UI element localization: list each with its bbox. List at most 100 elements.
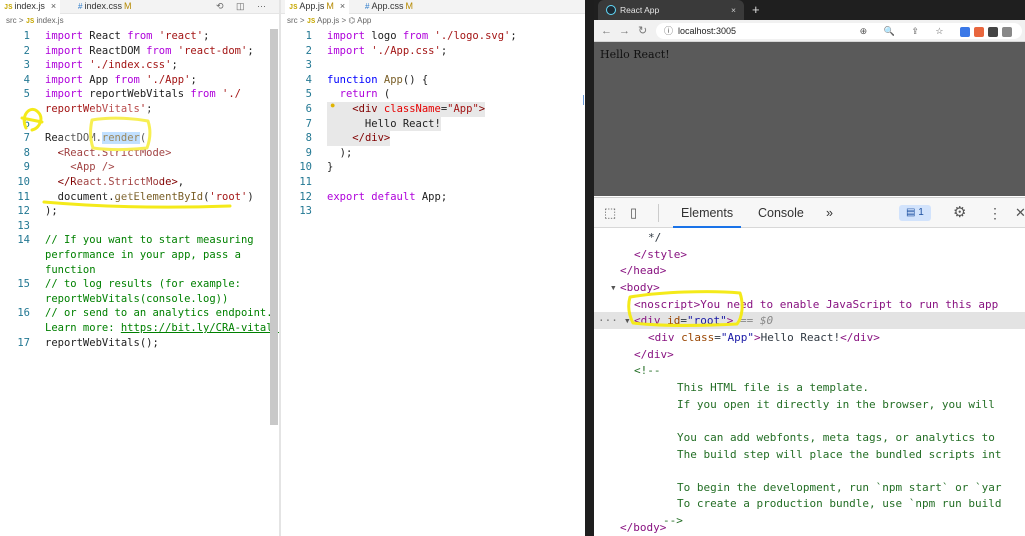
line-number: 1 xyxy=(23,30,30,42)
code-line: 13 xyxy=(281,204,585,219)
chat-icon: ▤ xyxy=(906,207,919,218)
reload-icon[interactable]: ↻ xyxy=(638,24,647,38)
symbol-icon: ⌬ xyxy=(348,16,356,25)
browser-toolbar: ← → ↻ ⓘ localhost:3005 ⊕ 🔍 ⇪ ☆ xyxy=(594,20,1025,42)
code-line: 2 import ReactDOM from 'react-dom'; xyxy=(0,44,279,59)
js-file-icon: JS xyxy=(306,18,316,26)
code-text: </React.StrictMode>, xyxy=(57,176,185,188)
dom-node[interactable]: ▾ <body> xyxy=(594,279,1025,296)
dom-comment: This HTML file is a template. xyxy=(677,381,870,394)
puzzle-icon[interactable] xyxy=(1002,26,1012,37)
line-number: 10 xyxy=(17,176,30,188)
dom-node[interactable]: <!-- xyxy=(594,362,1025,379)
site-info-icon[interactable]: ⓘ xyxy=(664,23,673,39)
extension-icon[interactable] xyxy=(974,26,984,37)
device-toolbar-icon[interactable]: ▯ xyxy=(630,198,637,228)
elements-tree[interactable]: */ </style> </head> ▾ <body> <noscript>Yo… xyxy=(594,229,1025,536)
code-comment: // or send to an analytics endpoint. xyxy=(45,307,273,320)
code-line: function xyxy=(0,263,279,278)
dom-tag: </body> xyxy=(620,521,667,534)
dom-tag: </style> xyxy=(634,248,687,261)
omnibox-action-icons[interactable]: ⊕ 🔍 ⇪ ☆ xyxy=(860,26,951,36)
inspect-element-icon[interactable]: ⬚ xyxy=(604,198,616,228)
code-line: 11 xyxy=(281,175,585,190)
code-text: import React from 'react'; xyxy=(45,30,210,42)
dom-node[interactable]: */ xyxy=(594,229,1025,246)
more-horiz-icon[interactable]: ··· xyxy=(598,312,618,329)
js-file-icon: JS xyxy=(289,4,298,12)
dom-node[interactable]: <div class="App">Hello React!</div> xyxy=(594,329,1025,346)
line-number: 9 xyxy=(305,146,312,159)
line-number: 2 xyxy=(305,44,312,57)
breadcrumb-file[interactable]: App.js xyxy=(317,16,339,25)
react-favicon-icon xyxy=(606,5,616,15)
forward-arrow-icon[interactable]: → xyxy=(619,24,630,38)
line-number: 11 xyxy=(17,190,30,203)
code-text: <div className="App"> xyxy=(327,102,486,117)
extension-icon[interactable] xyxy=(960,26,970,37)
breadcrumb-symbol[interactable]: App xyxy=(357,16,371,25)
code-text: import logo from './logo.svg'; xyxy=(327,30,517,42)
line-number: 13 xyxy=(17,219,30,232)
tab-index-js[interactable]: JS index.js × xyxy=(0,0,61,14)
dom-node[interactable]: </head> xyxy=(594,262,1025,279)
more-vert-icon[interactable]: ⋮ xyxy=(988,198,1002,228)
tab-console[interactable]: Console xyxy=(752,198,810,228)
new-tab-button[interactable]: + xyxy=(752,0,760,20)
issues-badge[interactable]: ▤ 1 xyxy=(899,205,931,221)
breadcrumb-file[interactable]: index.js xyxy=(36,16,63,25)
code-line: 5 import reportWebVitals from './ xyxy=(0,87,279,102)
breadcrumb-folder[interactable]: src xyxy=(287,16,298,25)
close-icon[interactable]: × xyxy=(51,1,56,11)
code-text: function App() { xyxy=(327,73,429,86)
dom-node: This HTML file is a template. xyxy=(594,379,1025,396)
dom-node-selected[interactable]: ··· ▾ <div id="root"> == $0 xyxy=(594,312,1025,329)
breadcrumb-folder[interactable]: src xyxy=(6,16,17,25)
browser-tab[interactable]: React App × xyxy=(598,0,744,20)
code-text: ); xyxy=(45,205,58,218)
code-line: 4 import App from './App'; xyxy=(0,73,279,88)
address-bar[interactable]: ⓘ localhost:3005 ⊕ 🔍 ⇪ ☆ xyxy=(656,23,1022,39)
dom-node[interactable]: </div> xyxy=(594,346,1025,363)
close-icon[interactable]: × xyxy=(731,0,736,20)
expand-triangle-icon[interactable]: ▾ xyxy=(624,312,631,329)
close-icon[interactable]: ✕ xyxy=(1015,198,1025,228)
chevron-right-icon: > xyxy=(341,16,347,25)
line-number: 11 xyxy=(299,176,312,188)
code-line: 6 xyxy=(0,117,279,132)
chevron-right-icon: > xyxy=(299,16,305,25)
dom-node[interactable]: </style> xyxy=(594,246,1025,263)
code-line: 12 export default App; xyxy=(281,190,585,205)
editor-scrollbar[interactable] xyxy=(270,29,278,425)
gear-icon[interactable]: ⚙ xyxy=(953,198,966,228)
extension-icon[interactable] xyxy=(988,26,998,37)
code-comment: reportWebVitals(console.log)) xyxy=(45,292,229,305)
dom-tag: </head> xyxy=(620,264,667,277)
editor-actions[interactable]: ⟲ ◫ ⋯ xyxy=(216,0,271,14)
tab-label: index.js xyxy=(14,1,45,11)
code-line: 9 ); xyxy=(281,146,585,161)
line-number: 12 xyxy=(17,205,30,218)
code-line: 3 import './index.css'; xyxy=(0,58,279,73)
dom-node[interactable]: <noscript>You need to enable JavaScript … xyxy=(594,296,1025,313)
code-line: performance in your app, pass a xyxy=(0,248,279,263)
dom-node: You can add webfonts, meta tags, or anal… xyxy=(594,429,1025,446)
dom-node[interactable]: </body> xyxy=(594,519,1025,536)
chevron-right-icon: > xyxy=(18,16,24,25)
more-tabs-button[interactable]: » xyxy=(826,198,833,228)
divider xyxy=(658,204,659,222)
tab-index-css[interactable]: # index.css M xyxy=(74,0,135,14)
code-line: 7 ReactDOM.render( xyxy=(0,131,279,146)
tab-app-css[interactable]: # App.css M xyxy=(361,0,417,14)
code-text: import ReactDOM from 'react-dom'; xyxy=(45,44,254,57)
tab-app-js[interactable]: JS App.js M × xyxy=(285,0,350,14)
modified-badge: M xyxy=(326,1,334,11)
line-number: 1 xyxy=(305,30,312,42)
dom-tag: <div class="App">Hello React!</div> xyxy=(648,331,880,344)
lightbulb-icon[interactable]: ● xyxy=(330,101,337,110)
line-number: 13 xyxy=(299,205,312,218)
back-arrow-icon[interactable]: ← xyxy=(601,24,612,38)
close-icon[interactable]: × xyxy=(340,1,345,11)
expand-triangle-icon[interactable]: ▾ xyxy=(610,279,617,296)
tab-elements[interactable]: Elements xyxy=(673,198,742,228)
